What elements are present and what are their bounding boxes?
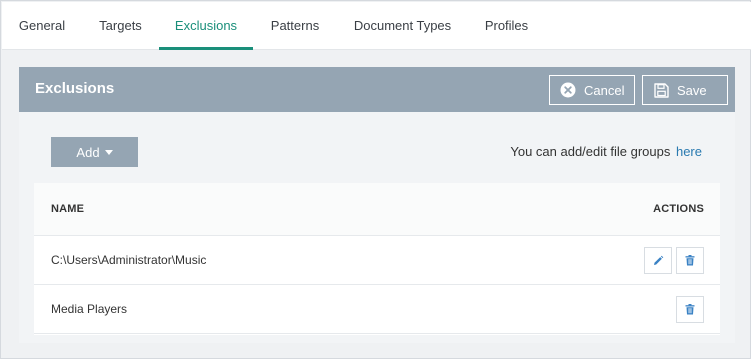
trash-icon [685, 304, 695, 315]
column-header-name: NAME [51, 203, 85, 215]
add-dropdown-button[interactable]: Add [51, 137, 138, 167]
row-name: Media Players [51, 302, 128, 316]
delete-button[interactable] [676, 296, 704, 323]
tab-general[interactable]: General [2, 2, 82, 50]
caret-down-icon [104, 149, 113, 155]
cancel-button[interactable]: Cancel [549, 75, 635, 105]
exclusions-table: NAME ACTIONS C:\Users\Administrator\Musi… [34, 183, 720, 335]
tab-exclusions[interactable]: Exclusions [159, 2, 253, 50]
row-name: C:\Users\Administrator\Music [51, 253, 207, 267]
panel-header: Exclusions Cancel Save [19, 67, 735, 112]
tab-targets[interactable]: Targets [82, 2, 159, 50]
cancel-label: Cancel [584, 82, 625, 98]
hint-text: You can add/edit file groups [510, 144, 671, 159]
table-row: C:\Users\Administrator\Music [34, 236, 720, 285]
add-label: Add [76, 144, 100, 160]
tab-bar: General Targets Exclusions Patterns Docu… [2, 2, 751, 50]
save-label: Save [677, 82, 707, 98]
tab-document-types[interactable]: Document Types [337, 2, 468, 50]
tab-patterns[interactable]: Patterns [253, 2, 337, 50]
save-button[interactable]: Save [642, 75, 728, 105]
column-header-actions: ACTIONS [653, 203, 704, 215]
trash-icon [685, 255, 695, 266]
floppy-disk-icon [654, 82, 669, 98]
exclusions-panel: Exclusions Cancel Save Add You can add/e… [19, 67, 735, 343]
delete-button[interactable] [676, 247, 704, 274]
table-header: NAME ACTIONS [34, 183, 720, 236]
edit-button[interactable] [644, 247, 672, 274]
table-row: Media Players [34, 285, 720, 334]
pencil-icon [652, 255, 664, 267]
file-groups-link[interactable]: here [676, 144, 702, 159]
close-circle-icon [560, 82, 576, 98]
panel-title: Exclusions [35, 80, 115, 97]
tab-profiles[interactable]: Profiles [468, 2, 545, 50]
file-groups-hint: You can add/edit file groups here [510, 144, 702, 159]
window-frame: General Targets Exclusions Patterns Docu… [0, 0, 751, 359]
